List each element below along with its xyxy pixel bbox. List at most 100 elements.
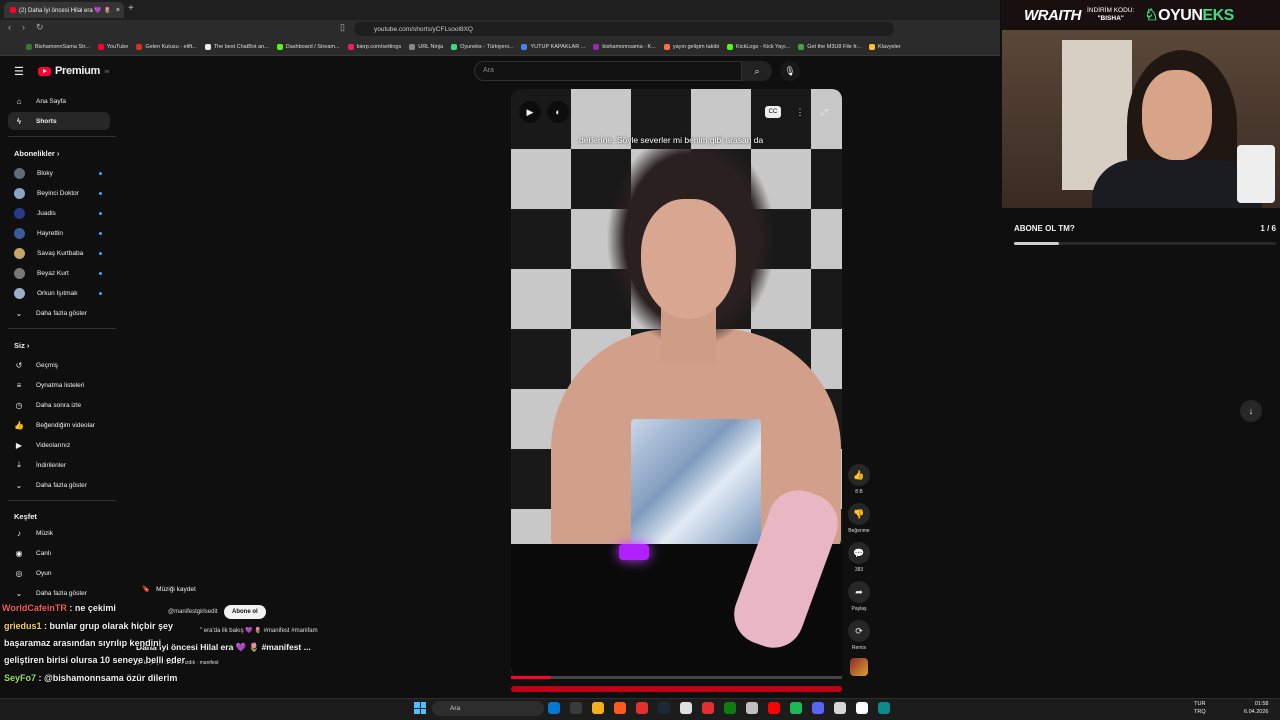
bookmark-page-icon[interactable]: ▯: [340, 22, 345, 33]
new-content-dot: [99, 291, 102, 295]
short-description[interactable]: Daha İyi öncesi Hilal era 💜 🌷 #manifest …: [136, 642, 311, 653]
sidebar-channel[interactable]: Bloky: [8, 164, 110, 182]
bookmark-item[interactable]: Get the M3U8 File fr...: [798, 43, 861, 50]
bookmark-item[interactable]: bishamonnsama - K...: [593, 43, 656, 50]
bookmark-item[interactable]: yayın gelişim takibi: [663, 43, 719, 50]
sidebar-item-you[interactable]: ▶ Videolarınız: [8, 436, 110, 454]
action-like[interactable]: 👍 8 B: [846, 464, 872, 495]
taskbar-app-icon[interactable]: [592, 702, 604, 714]
you-header[interactable]: Siz ›: [14, 341, 29, 350]
bookmark-item[interactable]: Klavyeler: [869, 43, 901, 50]
taskbar-app-icon[interactable]: [768, 702, 780, 714]
menu-icon[interactable]: ☰: [14, 65, 24, 78]
close-tab-icon[interactable]: ×: [116, 7, 120, 14]
next-short-icon[interactable]: ↓: [1240, 400, 1262, 422]
sidebar-item-you[interactable]: ↺ Geçmiş: [8, 356, 110, 374]
sidebar-channel[interactable]: Beyaz Kurt: [8, 264, 110, 282]
youtube-logo[interactable]: Premium TR: [38, 65, 109, 77]
back-icon[interactable]: ‹: [8, 22, 11, 32]
taskbar-app-icon[interactable]: [680, 702, 692, 714]
bookmark-item[interactable]: bierp.com/settings: [347, 43, 401, 50]
taskbar-app-icon[interactable]: [746, 702, 758, 714]
taskbar-app-icon[interactable]: [636, 702, 648, 714]
sidebar-item-you[interactable]: ⤓ İndirilenler: [8, 456, 110, 474]
channel-avatar: [14, 247, 25, 259]
subscriptions-header[interactable]: Abonelikler ›: [14, 149, 59, 158]
fullscreen-icon[interactable]: ⤢: [813, 101, 835, 123]
system-clock[interactable]: 01:58 6.04.2026: [1244, 700, 1268, 716]
sidebar-item-explore[interactable]: ♪ Müzik: [8, 524, 110, 542]
address-bar[interactable]: youtube.com/shorts/yCFLsool8XQ: [354, 22, 894, 36]
show-more-subscriptions[interactable]: ⌄ Daha fazla göster: [8, 304, 110, 322]
bookmark-item[interactable]: The best ChatBot an...: [204, 43, 269, 50]
taskbar-app-icon[interactable]: [614, 702, 626, 714]
taskbar-app-icon[interactable]: [724, 702, 736, 714]
bookmark-item[interactable]: YouTube: [97, 43, 128, 50]
channel-avatar: [14, 267, 25, 279]
taskbar-app-icon[interactable]: [878, 702, 890, 714]
sidebar-item-explore[interactable]: ⌄ Daha fazla göster: [8, 584, 110, 602]
microphone-icon[interactable]: 🎙: [780, 61, 800, 81]
action-remix[interactable]: ⟳ Remix: [846, 620, 872, 651]
taskbar-app-icon[interactable]: [812, 702, 824, 714]
chat-separator: :: [41, 621, 50, 631]
bookmark-favicon-icon: [451, 43, 458, 50]
new-tab-icon[interactable]: +: [128, 3, 134, 14]
sidebar-item-label: Daha sonra izle: [36, 401, 82, 409]
sidebar-item-home[interactable]: ⌂ Ana Sayfa: [8, 92, 110, 110]
save-music-button[interactable]: 🔖 Müziği kaydet: [142, 585, 196, 594]
bookmark-favicon-icon: [97, 43, 104, 50]
more-options-icon[interactable]: ⋮: [789, 101, 811, 123]
bookmark-item[interactable]: URL Ninja: [409, 43, 443, 50]
bookmark-item[interactable]: Dashboard / Stream...: [276, 43, 340, 50]
taskbar-app-icon[interactable]: [856, 702, 868, 714]
taskbar-search[interactable]: Ara: [432, 701, 544, 716]
sidebar-item-you[interactable]: ◷ Daha sonra izle: [8, 396, 110, 414]
sidebar-item-explore[interactable]: ◎ Oyun: [8, 564, 110, 582]
forward-icon[interactable]: ›: [22, 22, 25, 32]
browser-tab[interactable]: (2) Daha İyi öncesi Hilal era 💜 🌷 ×: [4, 2, 124, 18]
bookmark-item[interactable]: KickLogs - Kick Yayı...: [726, 43, 790, 50]
sidebar-item-label: Oynatma listeleri: [36, 381, 85, 389]
sidebar-channel[interactable]: Hayrettin: [8, 224, 110, 242]
taskbar-app-icon[interactable]: [570, 702, 582, 714]
search-icon[interactable]: ⌕: [742, 61, 772, 81]
sidebar-item-you[interactable]: ≡ Oynatma listeleri: [8, 376, 110, 394]
sidebar-channel[interactable]: Savaş Kurtbaba: [8, 244, 110, 262]
taskbar-app-icon[interactable]: [548, 702, 560, 714]
search-input[interactable]: Ara: [474, 61, 742, 81]
sidebar-channel[interactable]: Juadis: [8, 204, 110, 222]
sidebar-item-shorts[interactable]: ϟ Shorts: [8, 112, 110, 130]
bookmark-item[interactable]: YUTUP KAPAKLAR ...: [521, 43, 585, 50]
bookmark-item[interactable]: BishamonnSama Str...: [26, 43, 90, 50]
action-comment[interactable]: 💬 383: [846, 542, 872, 573]
new-content-dot: [99, 171, 102, 175]
taskbar-app-icon[interactable]: [702, 702, 714, 714]
short-video-player[interactable]: derlerine. Söyle severler mi benim gibi …: [511, 89, 842, 678]
taskbar-app-icon[interactable]: [790, 702, 802, 714]
bookmark-label: Klavyeler: [878, 43, 901, 50]
discount-code-label: İNDİRİM KODU:: [1087, 7, 1135, 14]
play-icon[interactable]: ▶: [519, 101, 541, 123]
reload-icon[interactable]: ↻: [36, 22, 44, 33]
taskbar-app-icon[interactable]: [834, 702, 846, 714]
windows-start-icon[interactable]: [414, 702, 426, 714]
sidebar-item-you[interactable]: ⌄ Daha fazla göster: [8, 476, 110, 494]
sidebar-channel[interactable]: Orkun Işıtmak: [8, 284, 110, 302]
volume-icon[interactable]: ◐: [547, 101, 569, 123]
subscribe-button[interactable]: Abone ol: [224, 605, 266, 619]
remix-thumbnail[interactable]: [850, 658, 868, 676]
sidebar-channel[interactable]: Beyinci Doktor: [8, 184, 110, 202]
action-dislike[interactable]: 👎 Beğenme: [846, 503, 872, 534]
action-share[interactable]: ➦ Paylaş: [846, 581, 872, 612]
channel-name[interactable]: @manifestgirlsedit: [168, 609, 217, 615]
bookmark-item[interactable]: Oyuneks - Türkiyeni...: [451, 43, 513, 50]
sidebar-item-you[interactable]: 👍 Beğendiğim videolar: [8, 416, 110, 434]
taskbar-app-icon[interactable]: [658, 702, 670, 714]
language-indicator[interactable]: TUR TRQ: [1194, 700, 1206, 716]
video-progress-bar[interactable]: [511, 676, 842, 679]
captions-icon[interactable]: CC: [765, 106, 781, 118]
sidebar-item-label: Oyun: [36, 569, 52, 577]
bookmark-item[interactable]: Gelen Kutusu - elift...: [136, 43, 197, 50]
sidebar-item-explore[interactable]: ◉ Canlı: [8, 544, 110, 562]
